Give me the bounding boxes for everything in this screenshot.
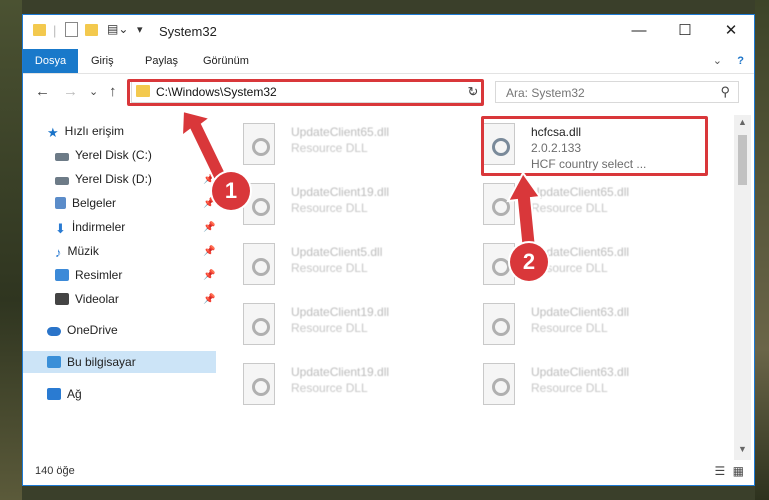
annotation-arrows <box>180 109 542 252</box>
arrow-2 <box>506 171 542 252</box>
step-2-badge: 2 <box>510 243 548 281</box>
step-1-badge: 1 <box>212 172 250 210</box>
